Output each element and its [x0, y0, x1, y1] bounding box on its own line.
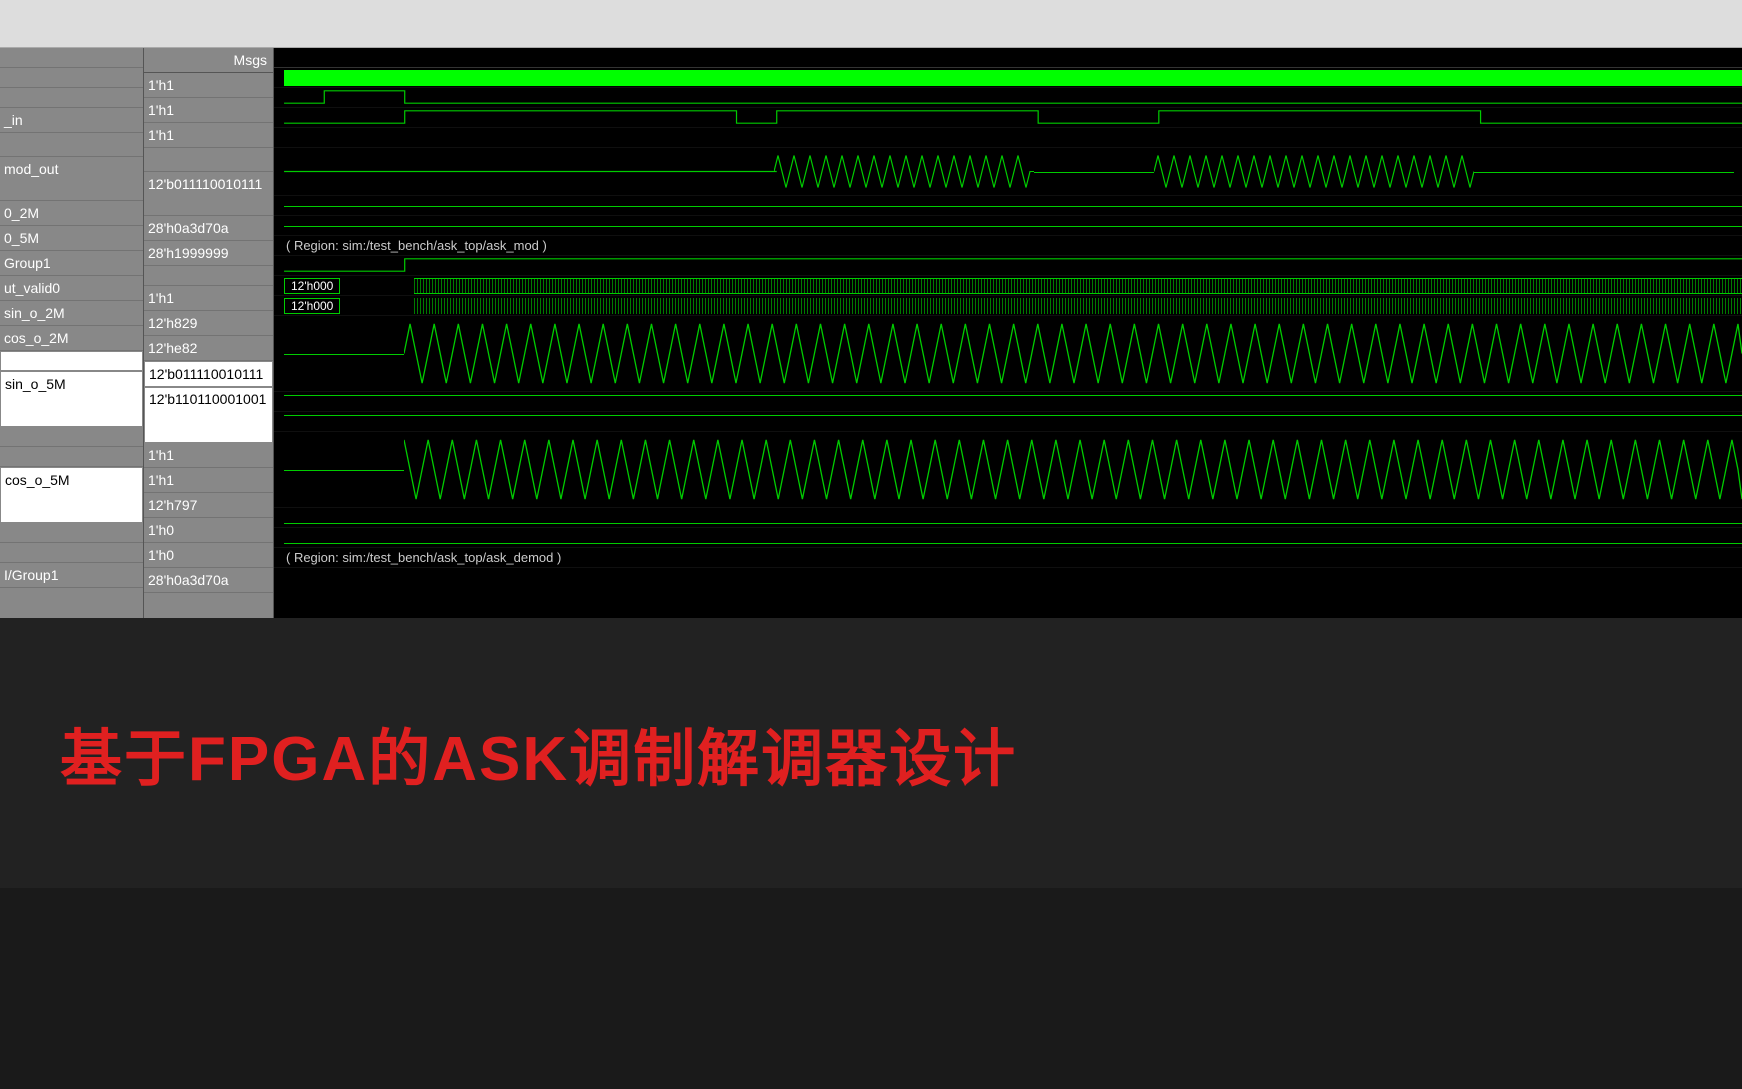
signal-name-row[interactable] [0, 133, 143, 157]
signal-value-row[interactable]: 12'he82 [144, 336, 273, 361]
wave-row-clock[interactable] [274, 68, 1742, 88]
wave-row-valid0[interactable] [274, 256, 1742, 276]
signal-value-row[interactable]: 1'h0 [144, 518, 273, 543]
page-title: 基于FPGA的ASK调制解调器设计 [60, 708, 1682, 798]
signal-name-row[interactable]: Group1 [0, 251, 143, 276]
signal-name-row-selected[interactable] [0, 351, 143, 371]
signal-value-row[interactable]: 1'h1 [144, 73, 273, 98]
signal-name-row[interactable] [0, 88, 143, 108]
signal-value-row[interactable] [144, 266, 273, 286]
signal-name-row-selected[interactable]: cos_o_5M [0, 467, 143, 523]
ask-burst-2 [1154, 152, 1474, 191]
signal-value-row[interactable]: 12'h797 [144, 493, 273, 518]
wave-spacer [274, 128, 1742, 148]
signal-value-row[interactable]: 1'h0 [144, 543, 273, 568]
signal-value-row-selected[interactable]: 12'b011110010111 [144, 361, 273, 387]
signal-value-row[interactable]: 1'h1 [144, 286, 273, 311]
wave-row-h0b[interactable] [274, 528, 1742, 548]
wave-row-in[interactable] [274, 108, 1742, 128]
signal-values-panel[interactable]: Msgs 1'h1 1'h1 1'h1 12'b011110010111 28'… [144, 48, 274, 618]
signal-name-row[interactable]: I/Group1 [0, 563, 143, 588]
signal-name-row[interactable]: mod_out [0, 157, 143, 201]
signal-name-row[interactable]: ut_valid0 [0, 276, 143, 301]
bus-value-sin2m: 12'h000 [284, 278, 340, 294]
signal-value-row[interactable]: 12'b011110010111 [144, 172, 273, 216]
signal-name-row[interactable]: sin_o_2M [0, 301, 143, 326]
signal-name-row[interactable] [0, 68, 143, 88]
wave-row-group1[interactable]: ( Region: sim:/test_bench/ask_top/ask_mo… [274, 236, 1742, 256]
signal-name-row[interactable]: cos_o_2M [0, 326, 143, 351]
signal-names-panel[interactable]: _in mod_out 0_2M 0_5M Group1 ut_valid0 s… [0, 48, 144, 618]
waveform-canvas[interactable]: ( Region: sim:/test_bench/ask_top/ask_mo… [274, 48, 1742, 618]
waveform-timescale[interactable] [274, 48, 1742, 68]
sine-5m-wave [404, 318, 1742, 389]
wave-row-h0a[interactable] [274, 508, 1742, 528]
wave-row-sin-2m[interactable]: 12'h000 [274, 276, 1742, 296]
wave-row-cos-2m[interactable]: 12'h000 [274, 296, 1742, 316]
title-overlay: 基于FPGA的ASK调制解调器设计 [0, 618, 1742, 888]
bus-value-cos2m: 12'h000 [284, 298, 340, 314]
wave-row-logic[interactable] [274, 88, 1742, 108]
wave-row-0-2m[interactable] [274, 196, 1742, 216]
signal-name-row[interactable]: _in [0, 108, 143, 133]
signal-value-row[interactable]: 28'h0a3d70a [144, 568, 273, 593]
signal-value-row[interactable]: 1'h1 [144, 468, 273, 493]
signal-value-row[interactable]: 1'h1 [144, 443, 273, 468]
signal-value-row-selected[interactable]: 12'b110110001001 [144, 387, 273, 443]
top-toolbar [0, 0, 1742, 48]
signal-name-row[interactable] [0, 427, 143, 447]
wave-row-sin-5m-analog[interactable] [274, 316, 1742, 392]
clock-high-bar [284, 70, 1742, 86]
signal-value-row[interactable]: 1'h1 [144, 123, 273, 148]
ask-burst-1 [774, 152, 1034, 191]
region-label-mod: ( Region: sim:/test_bench/ask_top/ask_mo… [284, 238, 549, 253]
region-label-demod: ( Region: sim:/test_bench/ask_top/ask_de… [284, 550, 563, 565]
signal-value-row[interactable]: 28'h0a3d70a [144, 216, 273, 241]
msgs-header: Msgs [144, 48, 273, 73]
signal-name-row-selected[interactable]: sin_o_5M [0, 371, 143, 427]
signal-value-row[interactable]: 12'h829 [144, 311, 273, 336]
wave-row-cos-5m-analog[interactable] [274, 432, 1742, 508]
wave-row-mod-out[interactable] [274, 148, 1742, 196]
signal-name-row[interactable] [0, 523, 143, 543]
signal-value-row[interactable] [144, 148, 273, 172]
names-header [0, 48, 143, 68]
signal-name-row[interactable]: 0_5M [0, 226, 143, 251]
wave-row-group2[interactable]: ( Region: sim:/test_bench/ask_top/ask_de… [274, 548, 1742, 568]
signal-value-row[interactable]: 28'h1999999 [144, 241, 273, 266]
wave-row-0-5m[interactable] [274, 216, 1742, 236]
signal-name-row[interactable] [0, 447, 143, 467]
signal-name-row[interactable] [0, 543, 143, 563]
waveform-viewer: _in mod_out 0_2M 0_5M Group1 ut_valid0 s… [0, 48, 1742, 618]
signal-name-row[interactable]: 0_2M [0, 201, 143, 226]
signal-value-row[interactable]: 1'h1 [144, 98, 273, 123]
wave-row-logic-h1b[interactable] [274, 412, 1742, 432]
wave-row-logic-h1a[interactable] [274, 392, 1742, 412]
cos-5m-wave [404, 434, 1742, 505]
